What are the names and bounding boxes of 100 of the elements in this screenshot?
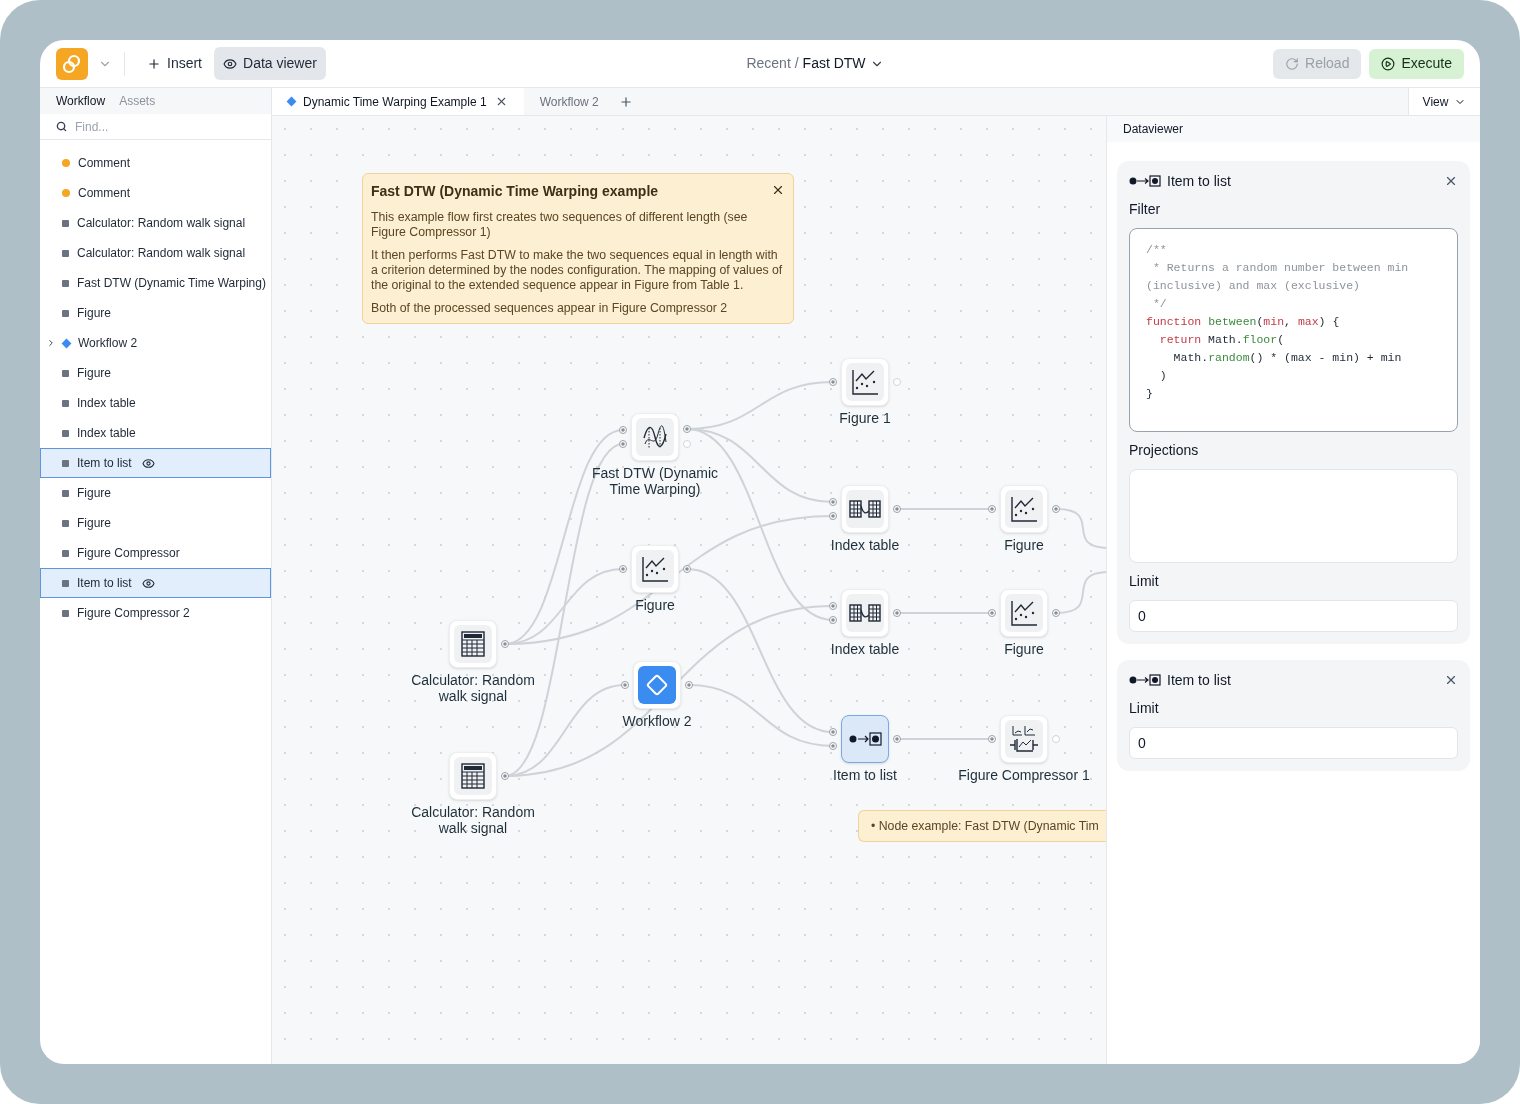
comment-note[interactable] [362,173,794,324]
sidebar-item[interactable]: Calculator: Random walk signal [40,238,271,268]
node-label: Index table [829,641,901,657]
node-square-icon [62,429,69,437]
sidebar-item[interactable]: Workflow 2 [40,328,271,358]
sidebar-item[interactable]: Figure [40,298,271,328]
port[interactable] [619,565,627,573]
close-icon[interactable] [771,183,785,197]
port[interactable] [1052,609,1060,617]
comment-text: It then performs Fast DTW to make the two sequences equal in length with a criterion determined by the nodes configuration. The mapping of values of the original to the extended sequence appear in Figure from Table 1. [371,248,784,293]
node-square-icon [62,489,69,497]
sidebar-item[interactable]: Calculator: Random walk signal [40,208,271,238]
port[interactable] [829,378,837,386]
search-icon [56,121,67,132]
field-label: Limit [1129,572,1160,591]
app-logo[interactable] [56,47,88,80]
comment-title: Fast DTW (Dynamic Time Warping example [371,182,659,201]
panel-title: Dataviewer [1107,116,1480,142]
eye-icon [223,56,237,71]
sidebar-item[interactable]: Comment [40,148,271,178]
port[interactable] [893,735,901,743]
limit-field[interactable]: 0 [1129,727,1458,759]
code-editor[interactable]: /** * Returns a random number between min (inclusive) and max (exclusive) */ function between(min, max) { return Math.floor( Math.random() * (max - min) + min ) } [1129,228,1458,432]
sidebar-item[interactable]: Comment [40,178,271,208]
card-title: Item to list [1167,171,1231,191]
node-square-icon [62,309,69,317]
add-tab-icon[interactable] [618,94,633,109]
field-label: Filter [1129,200,1162,219]
code-line: function between(min, max) { [1146,314,1341,330]
port[interactable] [685,681,693,689]
port[interactable] [893,609,901,617]
node-square-icon [62,399,69,407]
port[interactable] [893,505,901,513]
line-chart-icon [1009,494,1039,524]
execute-button[interactable]: Execute [1369,48,1464,79]
comment-text: Both of the processed sequences appear in Figure Compressor 2 [371,301,729,316]
plus-icon [147,56,161,71]
code-line: Math.random() * (max - min) + min [1172,350,1403,366]
node-label: Calculator: Random walk signal [410,672,536,704]
sidebar-item[interactable]: Item to list [40,568,271,598]
node-label: Figure 1 [838,410,892,426]
line-chart-icon [640,554,670,584]
sidebar-item[interactable]: Figure [40,478,271,508]
node-label: Figure [1003,641,1045,657]
calculator-icon [458,629,488,659]
node-square-icon [62,249,69,257]
code-line: return Math.floor( [1158,332,1286,348]
node-label: Figure [634,597,676,613]
chart-compressor-icon [1008,724,1040,754]
line-chart-icon [850,367,880,397]
node-square-icon [62,459,69,467]
sidebar-item[interactable]: Figure Compressor [40,538,271,568]
close-icon[interactable] [1444,673,1458,687]
document-tab[interactable]: Workflow 2 [523,88,615,115]
node-example-tag[interactable]: • Node example: Fast DTW (Dynamic Tim [858,810,1106,842]
data-viewer-button[interactable]: Data viewer [214,47,326,80]
sidebar-item[interactable]: Figure [40,358,271,388]
port[interactable] [988,609,996,617]
projections-field[interactable] [1129,469,1458,563]
insert-button[interactable]: Insert [137,47,212,80]
limit-field[interactable]: 0 [1129,600,1458,632]
node-square-icon [62,549,69,557]
comment-text: This example flow first creates two sequences of different length (see Figure Compressor 1) [371,210,749,240]
sidebar-item[interactable]: Index table [40,418,271,448]
code-line: (inclusive) and max (exclusive) [1146,278,1361,294]
node-square-icon [62,609,69,617]
reload-icon [1285,56,1300,71]
port[interactable] [988,505,996,513]
port[interactable] [621,681,629,689]
sidebar-item[interactable]: Item to list [40,448,271,478]
port[interactable] [501,772,509,780]
node-label: Fast DTW (Dynamic Time Warping) [591,465,719,497]
port[interactable] [1052,505,1060,513]
eye-icon [141,456,155,470]
node-square-icon [62,219,69,227]
find-field[interactable]: Find... [75,117,225,136]
close-icon[interactable] [1444,174,1458,188]
sidebar-tab[interactable]: Workflow [56,92,106,110]
port[interactable] [501,640,509,648]
node-label: Index table [829,537,901,553]
node-square-icon [62,579,69,587]
expand-icon[interactable] [46,338,56,348]
node-box[interactable] [841,715,889,763]
breadcrumb-parent[interactable]: Recent / [746,53,799,74]
play-icon [1381,56,1396,71]
port[interactable] [683,565,691,573]
workflow-node[interactable] [633,661,681,709]
calculator-icon [458,761,488,791]
sidebar-item[interactable]: Fast DTW (Dynamic Time Warping) [40,268,271,298]
node-square-icon [62,279,69,287]
port[interactable] [988,735,996,743]
node-label: Figure [1003,537,1045,553]
sidebar-item[interactable]: Figure [40,508,271,538]
code-line: /** [1146,242,1168,258]
sidebar-item[interactable]: Index table [40,388,271,418]
breadcrumb-current[interactable]: Fast DTW [802,53,866,74]
item-arrow-list-icon [1129,174,1163,188]
sidebar-item[interactable]: Figure Compressor 2 [40,598,271,628]
field-label: Projections [1129,441,1200,460]
node-label: Workflow 2 [621,713,693,729]
